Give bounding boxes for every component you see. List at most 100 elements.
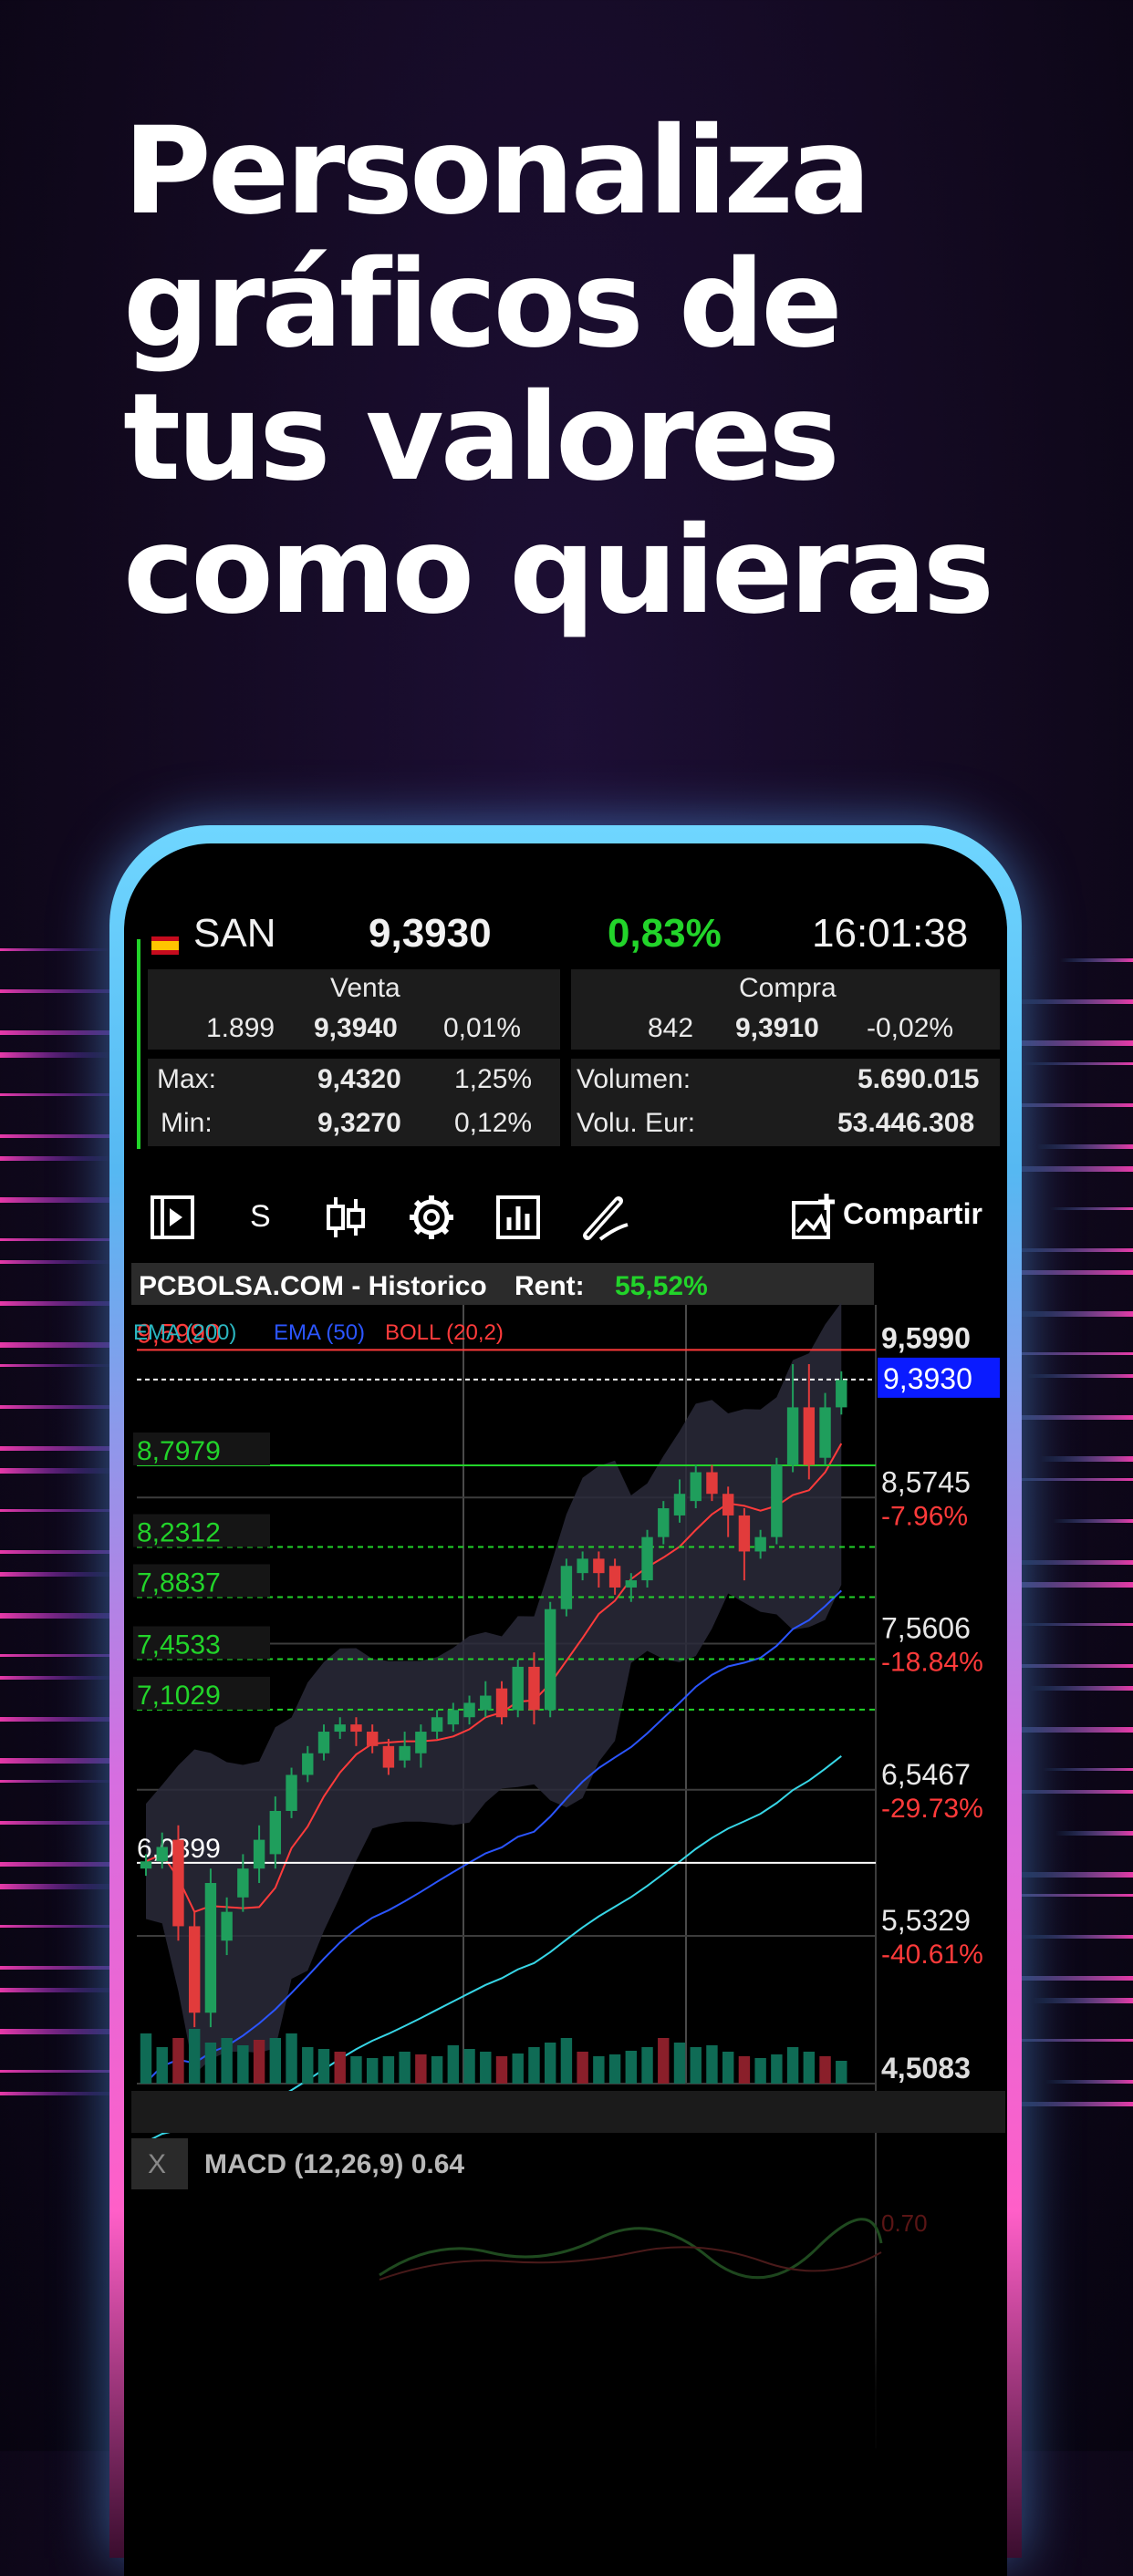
- rent-label: Rent:: [515, 1271, 585, 1301]
- chart-source: PCBOLSA.COM - Historico: [139, 1271, 487, 1301]
- light-streak: [1040, 1456, 1133, 1462]
- light-streak: [0, 948, 109, 951]
- volume-eur-value: 53.446.308: [837, 1108, 975, 1138]
- volume-bar: [786, 2047, 799, 2084]
- ticker-time: 16:01:38: [812, 911, 969, 956]
- y-axis-pct-label: -40.61%: [881, 1940, 983, 1970]
- bottom-fade: [124, 2266, 1007, 2576]
- volume-bar: [140, 2033, 152, 2084]
- light-streak: [1004, 1560, 1133, 1565]
- price-chart[interactable]: PCBOLSA.COM - Historico Rent: 55,52% 8,7…: [124, 1263, 1007, 2576]
- max-pct: 1,25%: [454, 1064, 533, 1094]
- candle: [286, 1774, 297, 1811]
- share-image-icon: [792, 1194, 835, 1239]
- candle: [658, 1508, 670, 1537]
- volume-bar: [673, 2043, 686, 2084]
- support-label: 7,1029: [137, 1681, 221, 1711]
- candle: [560, 1566, 573, 1609]
- chart-canvas: PCBOLSA.COM - Historico Rent: 55,52% 8,7…: [124, 1263, 1007, 2576]
- candle: [415, 1732, 427, 1754]
- bar-chart-icon[interactable]: [494, 1190, 544, 1245]
- light-streak: [0, 1780, 117, 1783]
- y-axis-label: 7,5606: [881, 1612, 971, 1645]
- compra-qty: 842: [648, 1013, 694, 1043]
- candle: [156, 1847, 168, 1862]
- light-streak: [0, 1676, 116, 1680]
- ticker-change: 0,83%: [608, 911, 722, 956]
- y-axis-label: 5,5329: [881, 1904, 971, 1937]
- candle: [269, 1810, 282, 1855]
- candle: [608, 1566, 621, 1588]
- boll-label: BOLL (20,2): [385, 1320, 504, 1345]
- candle: [463, 1702, 475, 1718]
- volume-bar: [156, 2047, 168, 2084]
- volume-bar: [172, 2038, 184, 2084]
- venta-panel: Venta 1.899 9,3940 0,01%: [148, 969, 560, 1050]
- support-label: 7,8837: [137, 1567, 221, 1598]
- candle: [836, 1380, 847, 1408]
- candle: [738, 1515, 751, 1552]
- volume-eur-label: Volu. Eur:: [577, 1108, 696, 1138]
- venta-label: Venta: [330, 973, 400, 1003]
- candle: [690, 1472, 702, 1502]
- candle: [204, 1883, 217, 2013]
- venta-price: 9,3940: [314, 1013, 398, 1043]
- volume-bar: [577, 2052, 588, 2084]
- ema200-label: EMA (200): [133, 1320, 236, 1345]
- ema50-label: EMA (50): [274, 1320, 365, 1345]
- venta-qty: 1.899: [206, 1013, 275, 1043]
- volume-bar: [836, 2061, 847, 2084]
- candle: [593, 1558, 605, 1574]
- volume-bar: [560, 2038, 573, 2084]
- y-axis-pct-label: -18.84%: [881, 1648, 983, 1678]
- light-streak: [1033, 1998, 1133, 2003]
- support-label: 7,4533: [137, 1629, 221, 1660]
- gear-icon[interactable]: [405, 1190, 458, 1245]
- light-streak: [1020, 1935, 1133, 1939]
- status-bar-accent: [137, 939, 140, 1149]
- play-panel-icon[interactable]: [150, 1190, 197, 1245]
- s-button[interactable]: S: [250, 1199, 271, 1254]
- candle: [512, 1666, 524, 1711]
- volume-bar: [608, 2054, 621, 2084]
- volume-panel: Volumen: 5.690.015 Volu. Eur: 53.446.308: [571, 1059, 1000, 1146]
- volume-bar: [512, 2054, 524, 2084]
- light-streak: [1055, 1831, 1133, 1836]
- volume-bar: [188, 2029, 201, 2084]
- spain-flag-icon: [151, 936, 179, 955]
- light-streak: [0, 2092, 120, 2095]
- volume-bar: [495, 2056, 508, 2084]
- candle: [366, 1732, 379, 1746]
- volume-bar: [269, 2038, 282, 2084]
- rent-value: 55,52%: [615, 1271, 708, 1301]
- volume-bar: [204, 2043, 217, 2084]
- min-value: 9,3270: [317, 1108, 401, 1138]
- volume-bar: [480, 2052, 492, 2084]
- candle: [754, 1536, 766, 1552]
- candle: [480, 1695, 492, 1711]
- volume-bar: [317, 2049, 330, 2084]
- volume-bar: [350, 2056, 362, 2084]
- candle: [350, 1724, 362, 1733]
- volume-bar: [431, 2056, 443, 2084]
- compra-price: 9,3910: [735, 1013, 819, 1043]
- candle: [302, 1753, 314, 1775]
- light-streak: [1017, 1623, 1133, 1626]
- light-streak: [0, 1052, 110, 1058]
- light-streak: [1027, 1374, 1133, 1378]
- volume-bar: [544, 2043, 556, 2084]
- light-streak: [0, 1156, 111, 1161]
- venta-pct: 0,01%: [443, 1013, 522, 1043]
- pencil-icon[interactable]: [582, 1190, 633, 1245]
- light-streak: [1012, 999, 1133, 1004]
- light-streak: [0, 1364, 113, 1367]
- volume-bar: [528, 2047, 540, 2084]
- volume-bar: [382, 2056, 395, 2084]
- volume-bar: [771, 2054, 783, 2084]
- macd-level: 0.70: [881, 2209, 928, 2237]
- support-label: 8,7979: [137, 1436, 221, 1466]
- candlestick-icon[interactable]: [323, 1190, 369, 1245]
- light-streak: [1045, 2080, 1133, 2084]
- light-streak: [1030, 1686, 1133, 1691]
- candle: [140, 1861, 152, 1869]
